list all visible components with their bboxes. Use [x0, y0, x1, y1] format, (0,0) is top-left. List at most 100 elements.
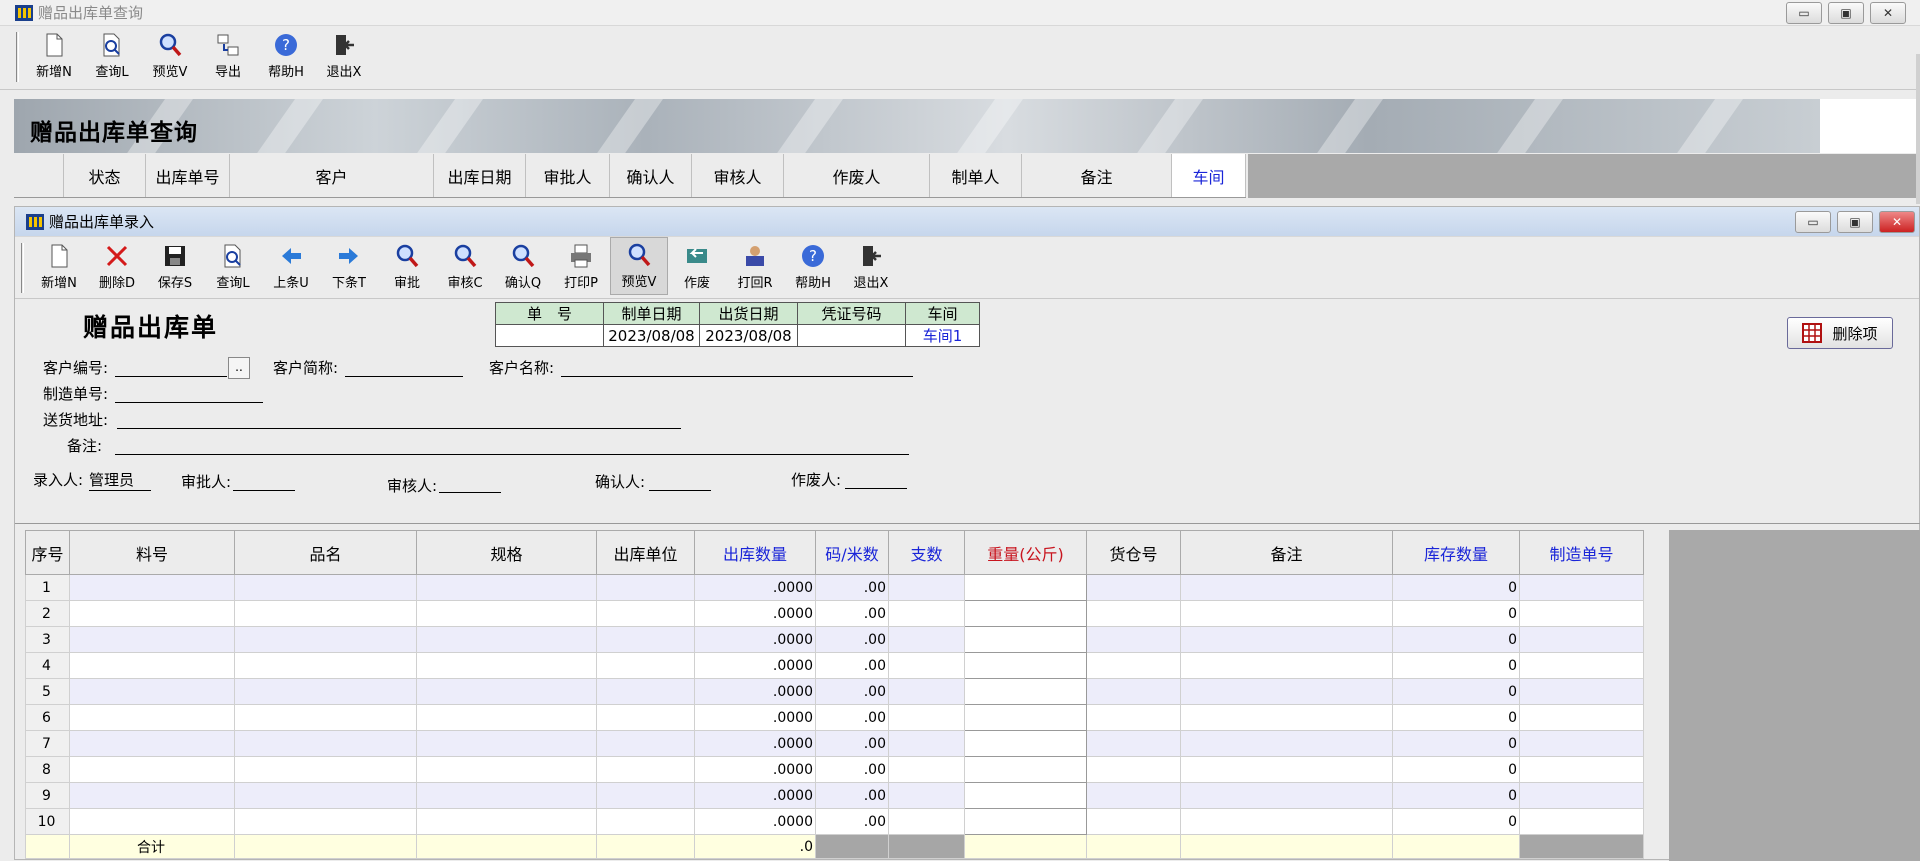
grid-cell[interactable] [69, 652, 235, 679]
grid-cell[interactable] [1519, 704, 1644, 731]
grid-cell[interactable] [416, 808, 597, 835]
grid-cell[interactable] [1180, 730, 1393, 757]
grid-cell[interactable] [964, 756, 1087, 783]
grid-cell[interactable]: 0 [1392, 652, 1520, 679]
table-row[interactable]: 2 .0000.00 0 [25, 600, 1644, 627]
query-column-header[interactable]: 车间 [1172, 154, 1246, 197]
exit-button[interactable]: 退出X [842, 237, 900, 295]
grid-cell[interactable] [69, 730, 235, 757]
grid-cell[interactable] [1086, 626, 1181, 653]
grid-cell[interactable] [416, 704, 597, 731]
table-row[interactable]: 3 .0000.00 0 [25, 626, 1644, 653]
info-value-cell[interactable]: 车间1 [905, 324, 980, 347]
delete-item-button[interactable]: 删除项 [1787, 317, 1893, 349]
table-row[interactable]: 8 .0000.00 0 [25, 756, 1644, 783]
grid-cell[interactable] [234, 626, 417, 653]
grid-cell[interactable]: .00 [815, 626, 889, 653]
grid-cell[interactable] [888, 808, 965, 835]
customer-no-field[interactable] [115, 359, 227, 377]
table-row[interactable]: 1 .0000.00 0 [25, 574, 1644, 601]
grid-cell[interactable] [964, 626, 1087, 653]
grid-cell[interactable]: .00 [815, 678, 889, 705]
grid-cell[interactable] [888, 626, 965, 653]
grid-cell[interactable] [888, 652, 965, 679]
grid-cell[interactable] [964, 600, 1087, 627]
grid-cell[interactable] [596, 704, 695, 731]
info-value-cell[interactable] [495, 324, 604, 347]
query-column-header[interactable] [14, 154, 64, 197]
grid-cell[interactable]: .00 [815, 704, 889, 731]
grid-cell[interactable] [69, 600, 235, 627]
grid-cell[interactable]: .0000 [694, 730, 816, 757]
grid-cell[interactable] [416, 626, 597, 653]
grid-cell[interactable] [1519, 600, 1644, 627]
grid-cell[interactable] [1180, 808, 1393, 835]
grid-cell[interactable] [416, 782, 597, 809]
query-column-header[interactable]: 审核人 [692, 154, 784, 197]
grid-cell[interactable]: .00 [815, 808, 889, 835]
review-button[interactable]: 审核C [436, 237, 494, 295]
grid-cell[interactable] [1180, 704, 1393, 731]
grid-cell[interactable] [888, 782, 965, 809]
customer-short-field[interactable] [345, 359, 463, 377]
grid-cell[interactable] [964, 730, 1087, 757]
grid-column-header[interactable]: 出库数量 [694, 530, 816, 575]
grid-cell[interactable]: .00 [815, 574, 889, 601]
grid-cell[interactable]: .0000 [694, 782, 816, 809]
grid-cell[interactable] [69, 704, 235, 731]
reject-button[interactable]: 打回R [726, 237, 784, 295]
query-button[interactable]: 查询L [83, 26, 141, 84]
maximize-button[interactable]: ▣ [1837, 210, 1873, 233]
grid-cell[interactable] [69, 756, 235, 783]
grid-cell[interactable] [1519, 730, 1644, 757]
query-button[interactable]: 查询L [204, 237, 262, 295]
grid-cell[interactable] [964, 652, 1087, 679]
grid-cell[interactable] [1180, 678, 1393, 705]
grid-cell[interactable]: 0 [1392, 600, 1520, 627]
grid-cell[interactable] [1086, 730, 1181, 757]
vertical-scrollbar[interactable] [1916, 54, 1920, 204]
help-button[interactable]: ? 帮助H [257, 26, 315, 84]
grid-cell[interactable]: .00 [815, 600, 889, 627]
grid-column-header[interactable]: 出库单位 [596, 530, 695, 575]
grid-cell[interactable]: .0000 [694, 808, 816, 835]
grid-cell[interactable] [596, 652, 695, 679]
query-column-header[interactable]: 备注 [1022, 154, 1172, 197]
grid-cell[interactable] [1086, 574, 1181, 601]
grid-cell[interactable] [888, 600, 965, 627]
grid-cell[interactable] [596, 600, 695, 627]
grid-column-header[interactable]: 货仓号 [1086, 530, 1181, 575]
grid-column-header[interactable]: 品名 [234, 530, 417, 575]
grid-cell[interactable] [596, 730, 695, 757]
query-column-header[interactable]: 出库单号 [146, 154, 230, 197]
grid-cell[interactable] [1086, 600, 1181, 627]
grid-cell[interactable] [416, 574, 597, 601]
grid-cell[interactable] [596, 678, 695, 705]
grid-cell[interactable] [69, 808, 235, 835]
grid-cell[interactable]: .0000 [694, 704, 816, 731]
grid-cell[interactable] [1086, 652, 1181, 679]
grid-column-header[interactable]: 规格 [416, 530, 597, 575]
grid-column-header[interactable]: 序号 [25, 530, 70, 575]
grid-cell[interactable] [416, 756, 597, 783]
grid-cell[interactable] [596, 782, 695, 809]
table-row[interactable]: 9 .0000.00 0 [25, 782, 1644, 809]
grid-cell[interactable]: .00 [815, 652, 889, 679]
grid-cell[interactable] [1180, 782, 1393, 809]
grid-cell[interactable]: 0 [1392, 808, 1520, 835]
grid-cell[interactable] [1086, 704, 1181, 731]
grid-cell[interactable] [234, 600, 417, 627]
grid-cell[interactable] [1519, 652, 1644, 679]
grid-cell[interactable] [1519, 574, 1644, 601]
grid-cell[interactable] [964, 782, 1087, 809]
grid-cell[interactable] [964, 808, 1087, 835]
grid-cell[interactable] [1519, 678, 1644, 705]
query-column-header[interactable]: 客户 [230, 154, 434, 197]
grid-cell[interactable] [69, 626, 235, 653]
print-button[interactable]: 打印P [552, 237, 610, 295]
grid-column-header[interactable]: 码/米数 [815, 530, 889, 575]
info-value-cell[interactable]: 2023/08/08 [699, 324, 798, 347]
maximize-button[interactable]: ▣ [1828, 1, 1864, 24]
delete-button[interactable]: 删除D [88, 237, 146, 295]
grid-cell[interactable] [888, 574, 965, 601]
